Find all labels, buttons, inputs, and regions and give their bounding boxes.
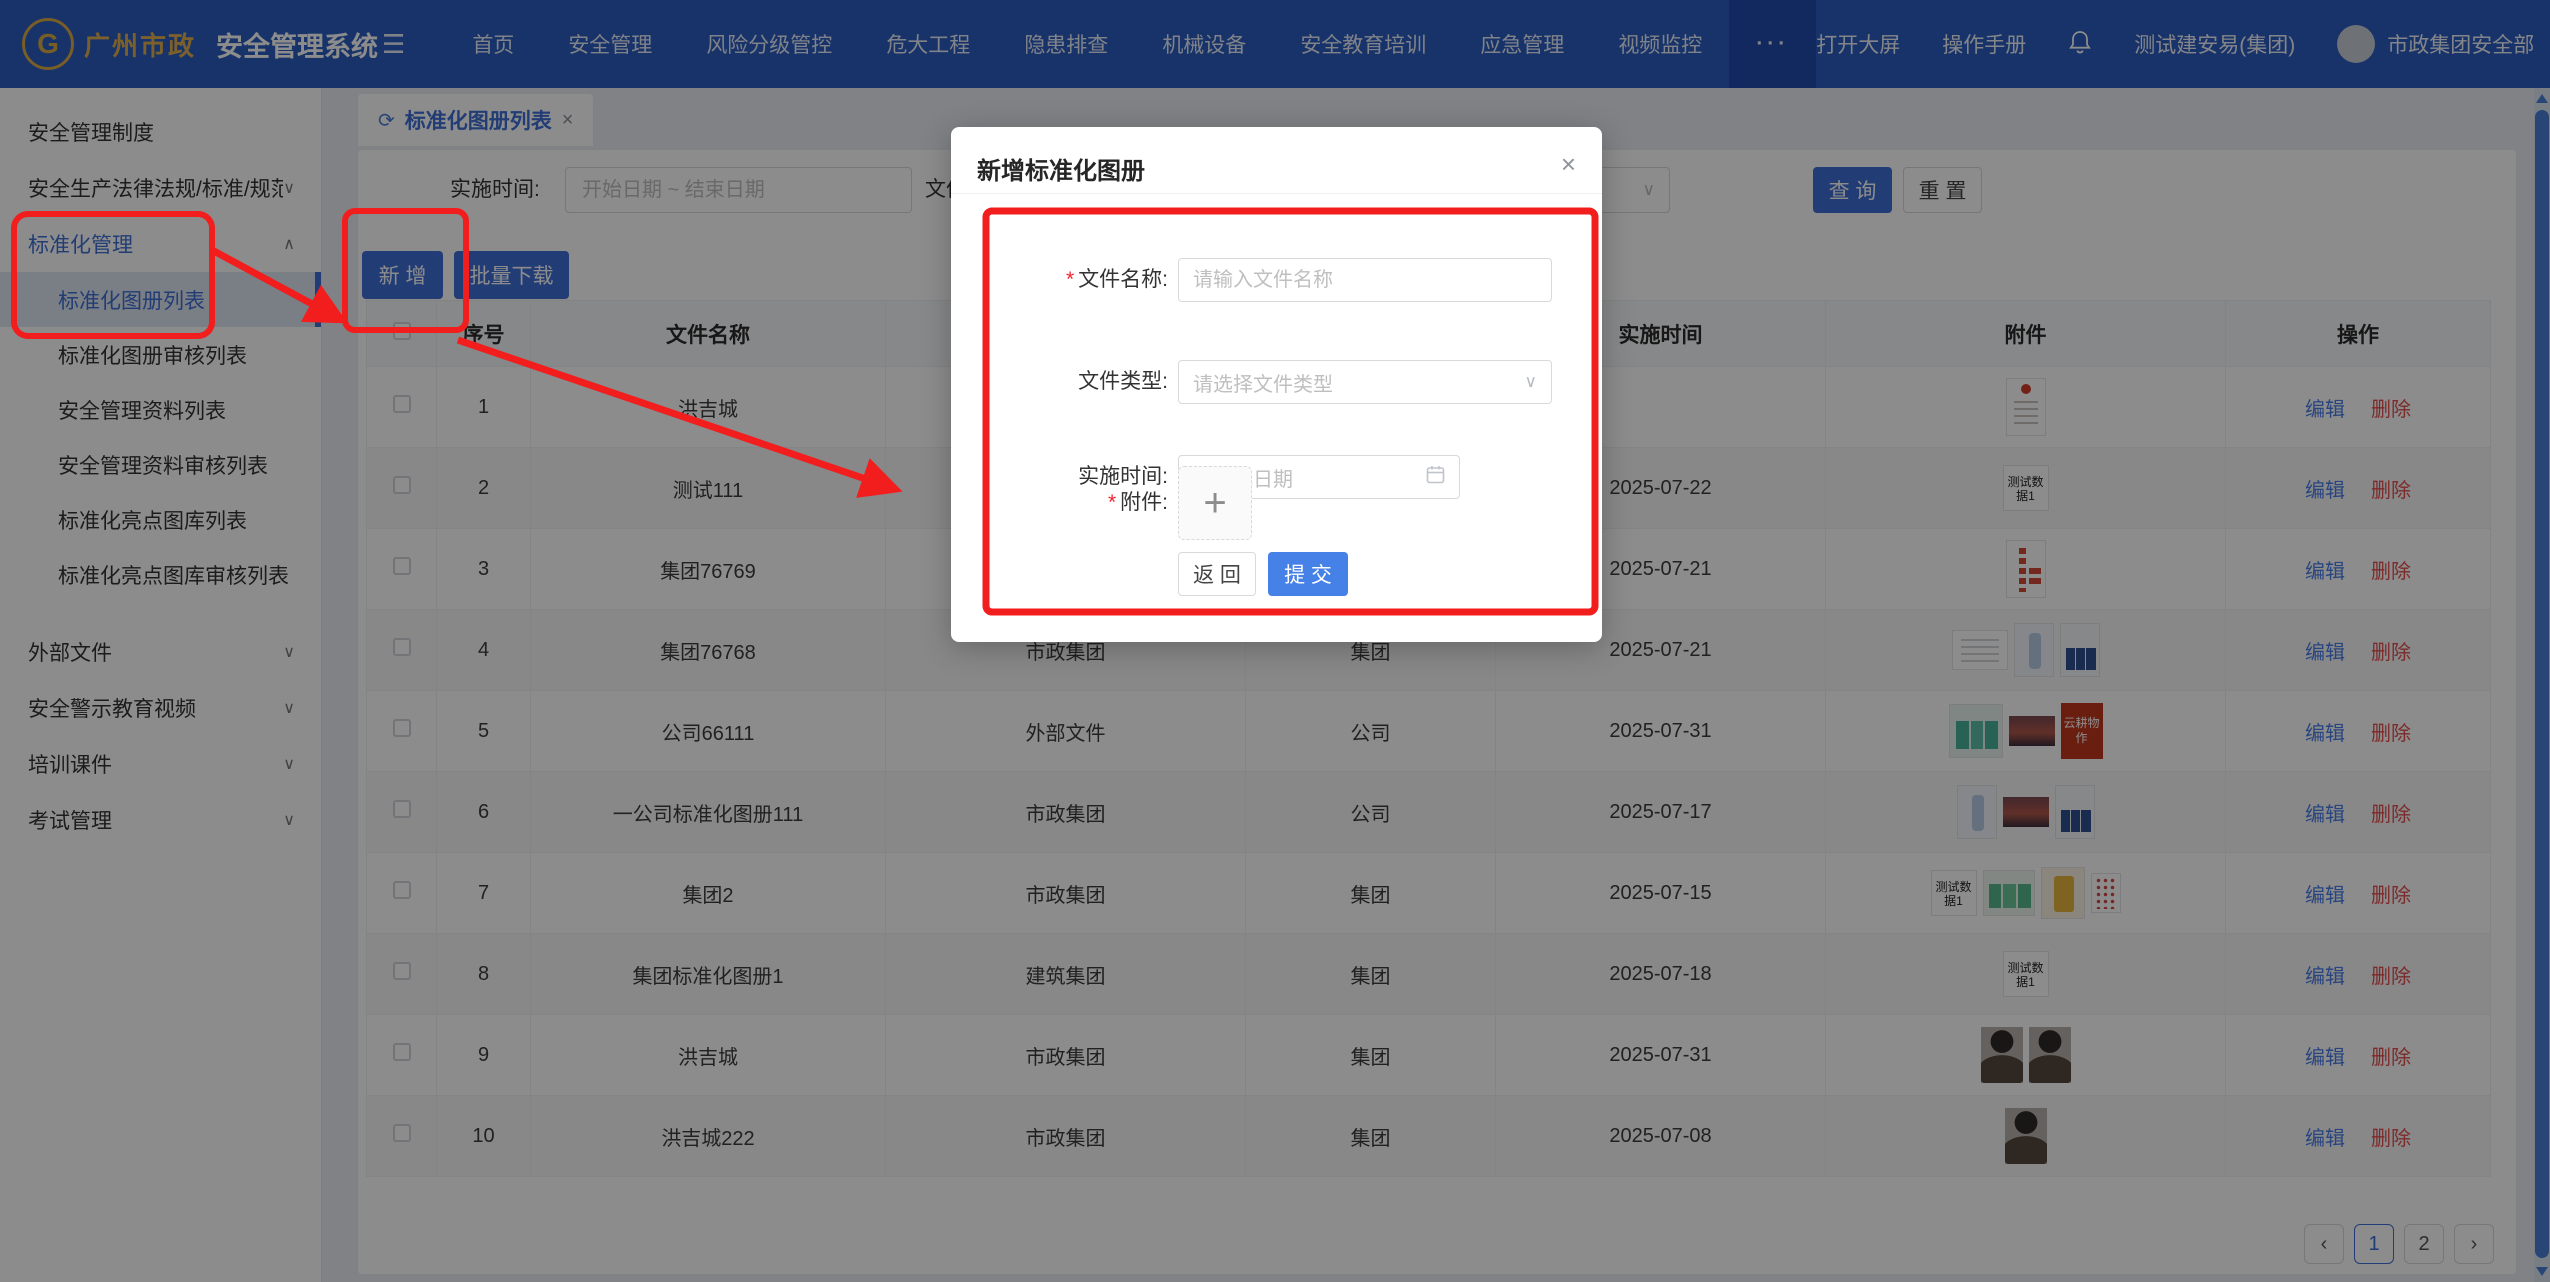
modal-title: 新增标准化图册 <box>977 151 1145 186</box>
upload-button[interactable]: + <box>1178 466 1252 540</box>
modal-divider <box>951 193 1602 194</box>
app-root: 广州市政 安全管理系统 ☰ 首页安全管理风险分级管控危大工程隐患排查机械设备安全… <box>0 0 2550 1282</box>
modal-type-label: 文件类型: <box>968 360 1168 404</box>
chevron-down-icon: ∨ <box>1525 372 1537 392</box>
required-star: * <box>1108 491 1116 514</box>
modal-name-label: *文件名称: <box>968 258 1168 302</box>
required-star: * <box>1066 268 1074 291</box>
close-icon[interactable]: × <box>1561 149 1576 180</box>
modal-attach-label: *附件: <box>968 481 1168 525</box>
calendar-icon <box>1426 465 1445 489</box>
plus-icon: + <box>1203 483 1226 523</box>
add-atlas-modal: 新增标准化图册 × *文件名称: 文件类型: 请选择文件类型 ∨ 实施时间: 请… <box>951 127 1602 642</box>
modal-name-input[interactable] <box>1178 258 1552 302</box>
modal-type-select[interactable]: 请选择文件类型 ∨ <box>1178 360 1552 404</box>
back-button[interactable]: 返 回 <box>1178 552 1256 596</box>
submit-button[interactable]: 提 交 <box>1268 552 1348 596</box>
